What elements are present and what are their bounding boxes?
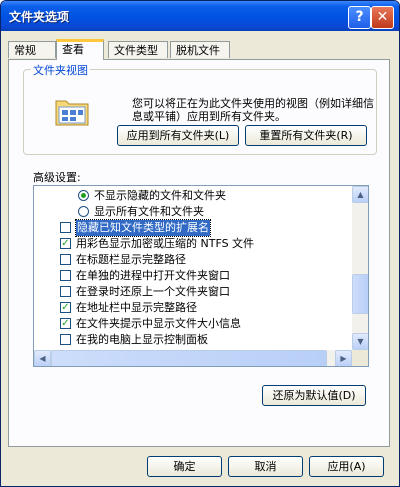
scroll-down-arrow-icon[interactable]: ▼ [352, 333, 368, 350]
item-label: 用彩色显示加密或压缩的 NTFS 文件 [76, 237, 255, 250]
radio-button[interactable] [78, 206, 89, 217]
horizontal-scroll-thumb[interactable] [51, 350, 327, 366]
checkbox[interactable] [60, 286, 71, 297]
folder-views-description: 您可以将正在为此文件夹使用的视图（例如详细信息或平铺）应用到所有文件夹。 [132, 97, 374, 123]
tab-view[interactable]: 查看 [56, 39, 104, 60]
window-title: 文件夹选项 [9, 10, 70, 24]
item-label: 在标题栏显示完整路径 [76, 253, 186, 266]
view-tab-panel: 文件夹视图 您可以将正在为此文件夹使用的视图（例如详细信息或平铺）应用到所有文件… [8, 59, 390, 447]
item-label: 在文件夹提示中显示文件大小信息 [76, 317, 241, 330]
folder-view-icon [55, 100, 89, 126]
apply-button[interactable]: 应用(A) [309, 456, 384, 477]
item-label: 在地址栏中显示完整路径 [76, 301, 197, 314]
item-label: 在我的电脑上显示控制面板 [76, 333, 208, 346]
restore-defaults-button[interactable]: 还原为默认值(D) [262, 385, 366, 406]
horizontal-scrollbar[interactable]: ◀ ▶ [34, 350, 352, 366]
checkbox[interactable]: ✓ [60, 302, 71, 313]
radio-button[interactable] [78, 190, 89, 201]
reset-all-folders-button[interactable]: 重置所有文件夹(R) [245, 125, 367, 146]
advanced-settings-label: 高级设置: [33, 171, 81, 184]
vertical-scrollbar[interactable]: ▲ ▼ [352, 186, 368, 350]
checkbox[interactable] [60, 254, 71, 265]
help-button[interactable]: ? [348, 6, 371, 29]
checkbox[interactable] [60, 334, 71, 345]
scroll-left-arrow-icon[interactable]: ◀ [34, 350, 51, 366]
folder-views-legend: 文件夹视图 [31, 62, 90, 78]
item-label: 在单独的进程中打开文件夹窗口 [76, 269, 230, 282]
item-label: 不显示隐藏的文件和文件夹 [94, 189, 226, 202]
item-label: 显示所有文件和文件夹 [94, 205, 204, 218]
apply-to-all-folders-button[interactable]: 应用到所有文件夹(L) [117, 125, 239, 146]
radio-selected-dot [81, 193, 86, 198]
scrollbar-corner [352, 350, 368, 366]
tab-general[interactable]: 常规 [8, 41, 56, 58]
checkbox[interactable]: ✓ [60, 238, 71, 249]
close-button[interactable]: ✕ [371, 6, 394, 29]
checkbox[interactable] [60, 270, 71, 281]
folder-options-dialog: 文件夹选项 ? ✕ 常规 查看 文件类型 脱机文件 文件夹视图 您可以将正在为此… [0, 0, 400, 487]
scroll-right-arrow-icon[interactable]: ▶ [335, 350, 352, 366]
item-label: 在登录时还原上一个文件夹窗口 [76, 285, 230, 298]
folder-views-group: 文件夹视图 您可以将正在为此文件夹使用的视图（例如详细信息或平铺）应用到所有文件… [23, 62, 377, 155]
ok-button[interactable]: 确定 [147, 456, 222, 477]
item-label-selected: 隐藏已知文件类型的扩展名 [75, 219, 211, 237]
checkbox[interactable]: ✓ [60, 318, 71, 329]
title-bar[interactable]: 文件夹选项 ? ✕ [1, 1, 399, 31]
vertical-scroll-thumb[interactable] [352, 274, 368, 314]
tab-offline-files[interactable]: 脱机文件 [170, 41, 230, 58]
checkbox[interactable] [60, 222, 71, 233]
tab-file-types[interactable]: 文件类型 [108, 41, 168, 58]
cancel-button[interactable]: 取消 [228, 456, 303, 477]
scroll-up-arrow-icon[interactable]: ▲ [352, 186, 368, 203]
advanced-settings-list[interactable]: 不显示隐藏的文件和文件夹 显示所有文件和文件夹 隐藏已知文件类型的扩展名 ✓ 用… [33, 185, 369, 367]
